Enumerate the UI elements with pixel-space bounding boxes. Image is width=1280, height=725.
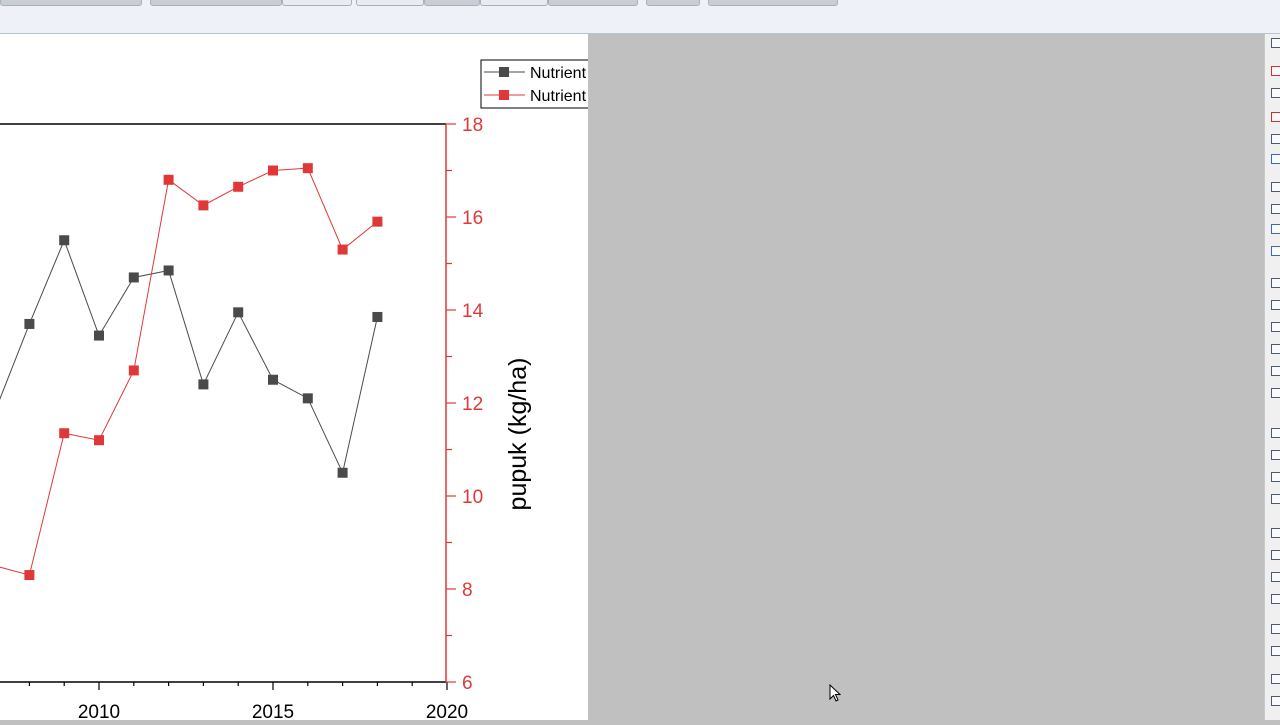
series-line-0: [0, 238, 378, 475]
toolbar-button[interactable]: [548, 0, 638, 6]
mouse-cursor-icon: [829, 684, 841, 702]
x-tick-label: 2015: [252, 702, 294, 720]
data-point-0[interactable]: [94, 330, 104, 341]
data-point-1[interactable]: [302, 163, 313, 174]
tool-icon[interactable]: [1271, 572, 1280, 582]
legend-label-nitrogen: Nutrient nitrogen N (total): [530, 65, 588, 82]
x-tick-label: 2020: [426, 702, 468, 720]
legend-label-phosphate: Nutrient phosphate P2O5 (total): [530, 88, 588, 105]
toolbar-button[interactable]: [646, 0, 700, 6]
series-line-1: [0, 167, 378, 576]
y-tick-label: 12: [462, 394, 483, 415]
tool-icon[interactable]: [1271, 344, 1280, 354]
tool-icon[interactable]: [1271, 204, 1280, 214]
data-point-0[interactable]: [233, 307, 244, 318]
tool-icon[interactable]: [1271, 112, 1280, 122]
chart[interactable]: 2010 2015 2020 681012141618 pupuk (kg/ha) …: [0, 34, 795, 723]
tool-icon[interactable]: [1271, 674, 1280, 684]
data-point-1[interactable]: [128, 365, 139, 376]
toolbar-button[interactable]: [150, 0, 282, 6]
tool-icon[interactable]: [1271, 696, 1280, 706]
toolbar-button[interactable]: [356, 0, 424, 6]
tool-icon[interactable]: [1271, 38, 1280, 48]
tool-icon[interactable]: [1271, 224, 1280, 234]
y-tick-label: 18: [462, 115, 483, 136]
right-y-axis-ticks: 6 8 10 12 14 16 18: [446, 115, 484, 694]
graph-page[interactable]: 2010 2015 2020 6 8 10 12 14 16 18 pupuk (kg/ha) …: [0, 34, 795, 723]
tool-icon[interactable]: [1271, 366, 1280, 376]
tool-icon[interactable]: [1271, 278, 1280, 288]
tool-icon[interactable]: [1271, 472, 1280, 482]
y-tick-label: 14: [462, 301, 484, 322]
right-y-axis-label: pupuk (kg/ha): [504, 358, 532, 511]
tool-icon[interactable]: [1271, 88, 1280, 98]
y-tick-label: 6: [462, 673, 473, 694]
data-point-0[interactable]: [372, 311, 383, 322]
tool-icon[interactable]: [1271, 494, 1280, 504]
tool-icon[interactable]: [1271, 428, 1280, 438]
tool-icon[interactable]: [1271, 66, 1280, 76]
toolbar-button[interactable]: [480, 0, 548, 6]
tool-icon[interactable]: [1271, 388, 1280, 398]
tool-icon[interactable]: [1271, 594, 1280, 604]
legend-marker-phosphate: [499, 90, 509, 100]
tool-icon[interactable]: [1271, 246, 1280, 256]
series-layer: [0, 163, 383, 581]
data-point-0[interactable]: [302, 393, 313, 404]
x-axis-ticks: 2010 2015 2020: [28, 682, 468, 723]
data-point-1[interactable]: [59, 428, 70, 439]
data-point-0[interactable]: [59, 235, 70, 246]
tool-icon[interactable]: [1271, 450, 1280, 460]
legend-marker-nitrogen: [499, 67, 509, 77]
data-point-0[interactable]: [163, 265, 174, 276]
toolbar-button[interactable]: [708, 0, 838, 6]
legend[interactable]: Nutrient nitrogen N (total) Nutrient pho…: [480, 59, 795, 109]
tool-icon[interactable]: [1271, 528, 1280, 538]
toolbar-button[interactable]: [424, 0, 480, 6]
data-point-1[interactable]: [372, 216, 383, 227]
data-point-0[interactable]: [128, 272, 139, 283]
data-point-1[interactable]: [337, 244, 348, 255]
tool-icon[interactable]: [1271, 550, 1280, 560]
right-tools-toolbar: [1264, 34, 1280, 720]
tool-icon[interactable]: [1271, 624, 1280, 634]
data-point-1[interactable]: [233, 181, 244, 192]
y-tick-label: 16: [462, 208, 483, 229]
data-point-0[interactable]: [24, 318, 35, 329]
data-point-0[interactable]: [198, 379, 209, 390]
data-point-0[interactable]: [337, 467, 348, 478]
x-tick-label: 2010: [78, 702, 120, 720]
data-point-0[interactable]: [268, 374, 278, 385]
data-point-1[interactable]: [163, 174, 174, 185]
tool-icon[interactable]: [1271, 322, 1280, 332]
tool-icon[interactable]: [1271, 154, 1280, 164]
top-toolbar: [0, 0, 1280, 34]
y-tick-label: 10: [462, 487, 483, 508]
workspace-background: [588, 34, 1264, 720]
data-point-1[interactable]: [198, 200, 209, 211]
tool-icon[interactable]: [1271, 646, 1280, 656]
y-tick-label: 8: [462, 580, 473, 601]
data-point-1[interactable]: [94, 435, 104, 446]
tool-icon[interactable]: [1271, 182, 1280, 192]
toolbar-button[interactable]: [282, 0, 352, 6]
toolbar-button[interactable]: [0, 0, 142, 6]
tool-icon[interactable]: [1271, 134, 1280, 144]
data-point-1[interactable]: [268, 165, 278, 176]
data-point-1[interactable]: [24, 570, 35, 581]
tool-icon[interactable]: [1271, 300, 1280, 310]
